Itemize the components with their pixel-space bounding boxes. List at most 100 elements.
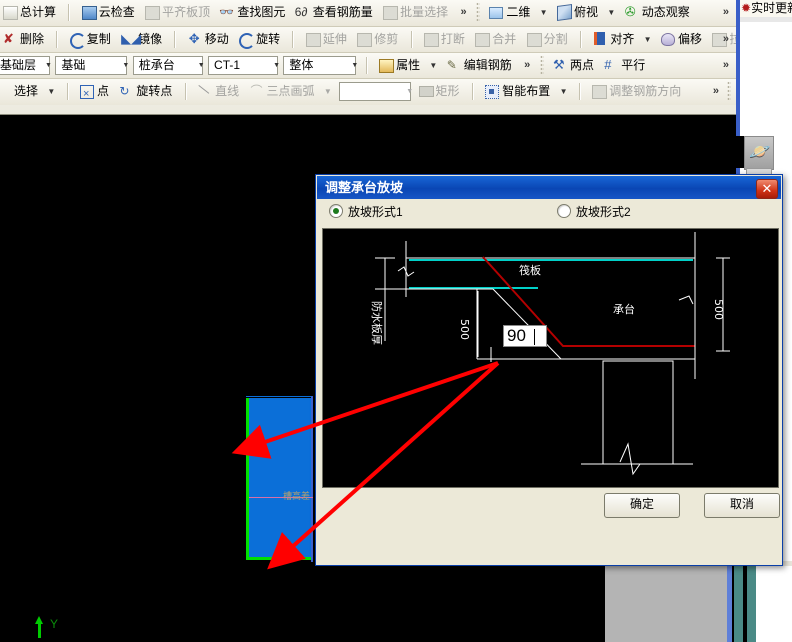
radio-slope-form-2[interactable]: 放坡形式2 — [557, 203, 631, 220]
toolbar-item-cloud-check[interactable]: 云检查 — [79, 0, 139, 26]
align-icon — [592, 32, 608, 46]
toolbar-item-trim[interactable]: 修剪 — [354, 27, 402, 52]
toolbar-overflow-1[interactable]: » — [456, 0, 470, 25]
split-icon — [526, 32, 542, 47]
toolbar-label: 俯视 — [574, 5, 599, 19]
toolbar-item-find-element[interactable]: 👓 查找图元 — [217, 0, 289, 26]
toolbar-item-total-calc[interactable]: 总计算 — [0, 0, 60, 26]
toolbar-item-extend[interactable]: 延伸 — [303, 27, 351, 52]
toolbar-grip[interactable] — [727, 81, 731, 101]
dropdown-arrow-properties[interactable]: ▼ — [427, 53, 440, 78]
dialog-title-bar[interactable]: 调整承台放坡 ✕ — [317, 176, 781, 199]
toolbar-item-dynamic-observe[interactable]: ✇ 动态观察 — [622, 0, 694, 26]
select-icon — [0, 84, 12, 98]
axis-stem — [38, 623, 41, 638]
toolbar-item-view-rebar-qty[interactable]: 6∂ 查看钢筋量 — [293, 0, 377, 26]
toolbar-label: 对齐 — [610, 32, 635, 46]
calculator-icon — [2, 5, 18, 20]
chevron-down-icon[interactable]: ▼ — [119, 57, 132, 74]
toolbar-overflow-3[interactable]: » — [519, 53, 533, 78]
move-icon: ✥ — [188, 31, 200, 46]
member-label: 槽高差 — [283, 491, 311, 501]
dropdown-arrow-align[interactable]: ▼ — [642, 27, 655, 52]
bottom-white-area — [757, 566, 792, 642]
toolbar-item-batch-select[interactable]: 批量选择 — [380, 0, 452, 26]
toolbar-label: 查找图元 — [237, 5, 286, 19]
rectangle-icon — [418, 84, 434, 98]
toolbar-item-split[interactable]: 分割 — [524, 27, 572, 52]
bottom-gray-panel — [605, 566, 727, 642]
chevron-down-icon[interactable]: ▼ — [348, 57, 361, 74]
dropdown-arrow-smart[interactable]: ▼ — [558, 79, 571, 105]
close-icon[interactable]: ✕ — [756, 179, 778, 199]
toolbar-overflow-3b[interactable]: » — [718, 53, 732, 78]
slope-value-input[interactable]: 90 — [503, 325, 547, 347]
chevron-down-icon[interactable]: ▼ — [403, 83, 416, 100]
toolbar-label: 选择 — [14, 84, 39, 98]
chevron-down-icon[interactable]: ▼ — [195, 57, 208, 74]
toolbar-grip[interactable] — [539, 55, 544, 75]
toolbar-item-rotate[interactable]: 旋转 — [236, 27, 284, 52]
combo-component-name[interactable]: CT-1 ▼ — [208, 56, 280, 75]
toolbar-overflow-4[interactable]: » — [708, 79, 722, 104]
slope-value-text: 90 — [507, 326, 526, 345]
toolbar-item-align-slab-top[interactable]: 平齐板顶 — [142, 0, 214, 26]
radio-icon — [557, 204, 571, 218]
toolbar-item-delete[interactable]: ✘ 删除 — [0, 27, 48, 52]
toolbar-item-move[interactable]: ✥ 移动 — [185, 27, 233, 52]
toolbar-label: 延伸 — [322, 32, 347, 46]
toolbar-item-offset[interactable]: 偏移 — [658, 27, 706, 52]
toolbar-label: 修剪 — [374, 32, 399, 46]
combo-display-mode[interactable]: 整体 ▼ — [283, 56, 358, 75]
toolbar-label: 动态观察 — [641, 5, 690, 19]
slope-diagram-canvas[interactable]: 筏板 承台 防水板厚 500 500 90 — [322, 228, 779, 488]
radio-slope-form-1[interactable]: 放坡形式1 — [329, 203, 403, 220]
toolbar-label: 复制 — [86, 32, 111, 46]
ok-button[interactable]: 确定 — [604, 493, 680, 518]
mirror-icon: ◣◢ — [121, 31, 142, 46]
toolbar-item-point[interactable]: 点 — [77, 79, 113, 105]
member-left-edge — [246, 398, 249, 560]
combo-category[interactable]: 基础 ▼ — [55, 56, 129, 75]
selected-pile-cap-element[interactable] — [246, 398, 313, 560]
toolbar-item-adjust-rebar-direction[interactable]: 调整钢筋方向 — [589, 79, 685, 105]
combo-floor[interactable]: 基础层 ▼ — [0, 56, 52, 75]
toolbar-item-properties[interactable]: 属性 — [376, 53, 424, 78]
toolbar-item-three-point-arc[interactable]: ⌒ 三点画弧 — [246, 79, 318, 105]
dropdown-arrow-select[interactable]: ▼ — [45, 79, 58, 105]
combo-component-type[interactable]: 桩承台 ▼ — [132, 56, 205, 75]
toolbar-label: 点 — [97, 84, 110, 98]
planet-tool-button[interactable]: 🪐 — [744, 136, 774, 170]
toolbar-item-select[interactable]: 选择 — [0, 79, 42, 105]
combo-draw-option[interactable]: ▼ — [339, 82, 413, 101]
bottom-blue-strip — [727, 566, 732, 642]
chevron-down-icon[interactable]: ▼ — [42, 57, 55, 74]
toolbar-item-smart-layout[interactable]: 智能布置 — [482, 79, 554, 105]
dropdown-arrow-arc[interactable]: ▼ — [322, 79, 335, 105]
cancel-button[interactable]: 取消 — [704, 493, 780, 518]
toolbar-item-break[interactable]: 打断 — [421, 27, 469, 52]
toolbar-item-two-point[interactable]: ⚒ 两点 — [550, 53, 598, 78]
toolbar-overflow-2[interactable]: » — [718, 27, 732, 52]
planet-icon: 🪐 — [749, 142, 771, 161]
toolbar-item-mirror[interactable]: ◣◢ 镜像 — [118, 27, 166, 52]
toolbar-overflow-1b[interactable]: » — [718, 0, 732, 25]
chevron-down-icon[interactable]: ▼ — [270, 57, 283, 74]
dropdown-arrow-2d[interactable]: ▼ — [538, 0, 551, 26]
toolbar-item-rotate-point[interactable]: ↻ 旋转点 — [116, 79, 176, 105]
toolbar-item-merge[interactable]: 合并 — [472, 27, 520, 52]
toolbar-label: 调整钢筋方向 — [609, 84, 682, 98]
toolbar-item-parallel[interactable]: # 平行 — [601, 53, 649, 78]
toolbar-item-align[interactable]: 对齐 — [590, 27, 638, 52]
toolbar-grip[interactable] — [475, 2, 480, 22]
toolbar-item-rectangle[interactable]: 矩形 — [416, 79, 464, 105]
toolbar-separator — [365, 57, 368, 74]
toolbar-item-line[interactable]: 直线 — [195, 79, 243, 105]
toolbar-area: 总计算 云检查 平齐板顶 👓 查找图元 6∂ 查看钢筋量 批量选择 » 二维 ▼ 俯… — [0, 0, 736, 115]
toolbar-label: 平行 — [621, 58, 646, 72]
dropdown-arrow-topview[interactable]: ▼ — [605, 0, 618, 26]
toolbar-item-top-view[interactable]: 俯视 — [554, 0, 602, 26]
toolbar-item-copy[interactable]: 复制 — [67, 27, 115, 52]
toolbar-item-2d-view[interactable]: 二维 — [486, 0, 534, 26]
toolbar-item-edit-rebar[interactable]: ✎ 编辑钢筋 — [444, 53, 516, 78]
